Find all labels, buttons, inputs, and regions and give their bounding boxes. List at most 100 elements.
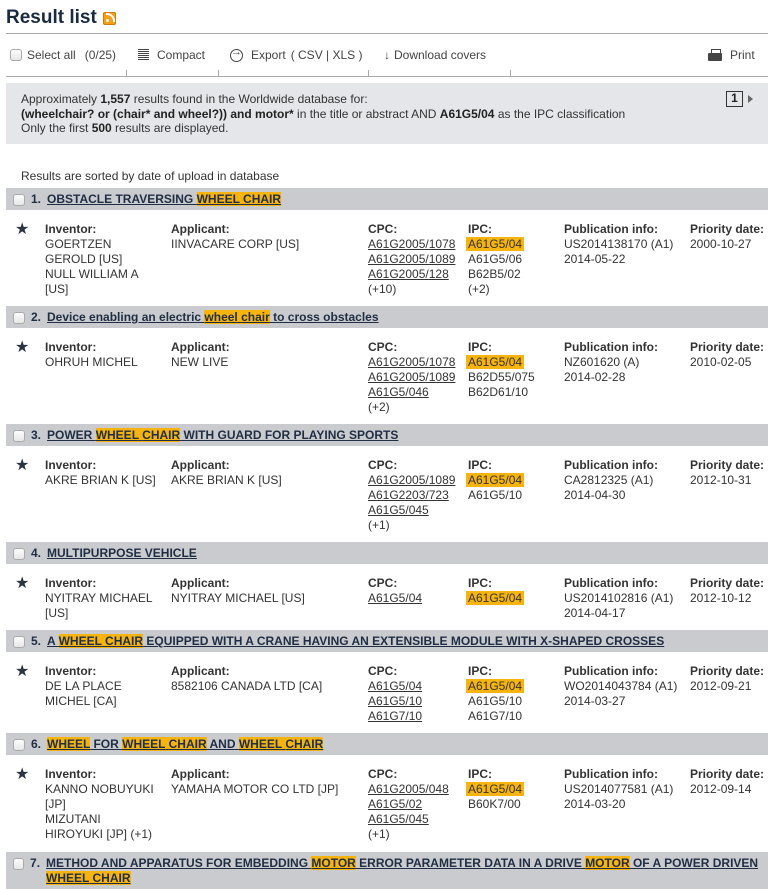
highlighted-term: WHEEL [238,737,282,751]
result-checkbox[interactable] [13,858,25,870]
publication: Publication info: US2014077581 (A1) 2014-0… [564,767,689,812]
cpc-more[interactable]: (+1) [368,518,468,533]
info-text: results found in the Worldwide database … [130,92,368,106]
inventor-value: KANNO NOBUYUKI [45,782,154,796]
info-text: results are displayed. [111,121,229,135]
priority-label: Priority date: [690,664,765,678]
print-button[interactable]: Print [708,48,755,62]
priority-value: 2012-10-31 [690,473,752,487]
search-query: (wheelchair? or (chair* and wheel?)) and… [21,106,294,121]
highlighted-term: WHEEL [196,192,240,206]
cpc-link[interactable]: A61G5/10 [368,694,422,709]
title-text: OF A POWER DRIVEN [629,856,759,870]
publication: Publication info: US2014102816 (A1) 2014-0… [564,576,689,621]
cpc-link[interactable]: A61G2005/1089 [368,252,455,267]
applicant-label: Applicant: [171,340,230,354]
current-page[interactable]: 1 [726,91,743,107]
result-title-link[interactable]: POWER WHEEL CHAIR WITH GUARD FOR PLAYING… [47,428,398,443]
cpc-link[interactable]: A61G5/04 [368,591,422,606]
result-checkbox[interactable] [13,194,25,206]
compact-button[interactable]: Compact [138,48,205,62]
applicant: Applicant: NYITRAY MICHAEL [US] [171,576,361,606]
result-title-link[interactable]: MULTIPURPOSE VEHICLE [47,546,197,561]
select-all-control[interactable]: Select all (0/25) [10,48,116,62]
result-checkbox[interactable] [13,312,25,324]
ipc-more[interactable]: (+2) [468,282,560,297]
ipc-value: B62B5/02 [468,267,521,281]
applicant: Applicant: 8582106 CANADA LTD [CA] [171,664,361,694]
favorite-star-icon[interactable]: ★ [15,767,29,783]
highlighted-term: wheel [204,310,238,324]
results-count-line: Approximately 1,557 results found in the… [21,92,768,107]
publication-value: US2014077581 (A1) [564,782,674,796]
priority: Priority date: 2010-02-05 [690,340,770,370]
title-text: FOR [90,737,123,751]
export-control[interactable]: Export ( CSV | XLS ) [230,46,363,62]
result-title-link[interactable]: A WHEEL CHAIR EQUIPPED WITH A CRANE HAVI… [47,634,664,649]
ipc-highlighted: A61G5/04 [466,782,525,796]
publication-value: 2014-03-27 [564,694,626,708]
ipc-value: A61G5/06 [468,252,523,266]
cpc-link[interactable]: A61G2005/1078 [368,237,455,252]
select-all-checkbox[interactable] [10,49,22,61]
cpc-label: CPC: [368,576,398,590]
highlighted-term: CHAIR [243,192,282,206]
rss-feed-icon[interactable] [102,11,116,25]
result-header: 7. METHOD AND APPARATUS FOR EMBEDDING MOT… [6,852,768,889]
cpc-link[interactable]: A61G2203/723 [368,488,449,503]
cpc-link[interactable]: A61G2005/1089 [368,370,455,385]
favorite-star-icon[interactable]: ★ [15,222,29,238]
cpc-link[interactable]: A61G2005/128 [368,267,449,282]
cpc-link[interactable]: A61G5/045 [368,503,429,518]
cpc: CPC: A61G2005/048 A61G5/02 A61G5/045 (+1) [368,767,468,842]
result-header: 6. WHEEL FOR WHEEL CHAIR AND WHEEL CHAIR [6,733,768,755]
cpc-label: CPC: [368,340,398,354]
compact-label: Compact [157,48,206,62]
inventor-label: Inventor: [45,576,97,590]
cpc-link[interactable]: A61G5/045 [368,812,429,827]
result-checkbox[interactable] [13,739,25,751]
cpc-link[interactable]: A61G2005/1089 [368,473,455,488]
toolbar-separator [510,70,511,76]
cpc-more[interactable]: (+10) [368,282,468,297]
highlighted-term [89,871,93,885]
favorite-star-icon[interactable]: ★ [15,576,29,592]
cpc-more[interactable]: (+1) [368,827,468,842]
favorite-star-icon[interactable]: ★ [15,458,29,474]
cpc-link[interactable]: A61G2005/048 [368,782,449,797]
ipc-value: A61G5/04 [466,591,560,606]
result-checkbox[interactable] [13,430,25,442]
cpc-more[interactable]: (+2) [368,400,468,415]
download-covers-label: Download covers [394,48,487,62]
cpc-link[interactable]: A61G5/02 [368,797,422,812]
highlighted-term: CHAIR [92,871,131,885]
limit-line: Only the first 500 results are displayed… [21,121,768,136]
next-page-icon[interactable] [748,95,753,103]
result-checkbox[interactable] [13,636,25,648]
result-title-link[interactable]: WHEEL FOR WHEEL CHAIR AND WHEEL CHAIR [47,737,324,752]
publication: Publication info: NZ601620 (A) 2014-02-28 [564,340,689,385]
favorite-star-icon[interactable]: ★ [15,664,29,680]
cpc-link[interactable]: A61G2005/1078 [368,355,455,370]
cpc-link[interactable]: A61G5/046 [368,385,429,400]
result-title-link[interactable]: METHOD AND APPARATUS FOR EMBEDDING MOTOR… [46,856,768,886]
ipc: IPC: A61G5/04 A61G5/06 B62B5/02 (+2) [466,222,560,297]
highlighted-term: WHEEL [58,634,102,648]
favorite-star-icon[interactable]: ★ [15,340,29,356]
result-checkbox[interactable] [13,548,25,560]
result-header: 4. MULTIPURPOSE VEHICLE [6,542,768,564]
export-formats-link[interactable]: ( CSV | XLS ) [291,48,363,62]
applicant: Applicant: IINVACARE CORP [US] [171,222,361,252]
toolbar-separator [218,70,219,76]
publication-value: US2014138170 (A1) [564,237,674,251]
result-header: 1. OBSTACLE TRAVERSING WHEEL CHAIR [6,188,768,210]
cpc-link[interactable]: A61G5/04 [368,679,422,694]
download-covers-button[interactable]: ↓ Download covers [384,48,486,62]
result-title-link[interactable]: OBSTACLE TRAVERSING WHEEL CHAIR [47,192,282,207]
title-text: Device enabling an electric [47,310,205,324]
cpc-link[interactable]: A61G7/10 [368,709,422,724]
info-text: as the IPC classification [494,106,626,121]
title-text: WITH GUARD FOR PLAYING SPORTS [180,428,399,442]
result-title-link[interactable]: Device enabling an electric wheel chair … [47,310,379,325]
ipc-value: A61G5/04 [466,679,560,694]
